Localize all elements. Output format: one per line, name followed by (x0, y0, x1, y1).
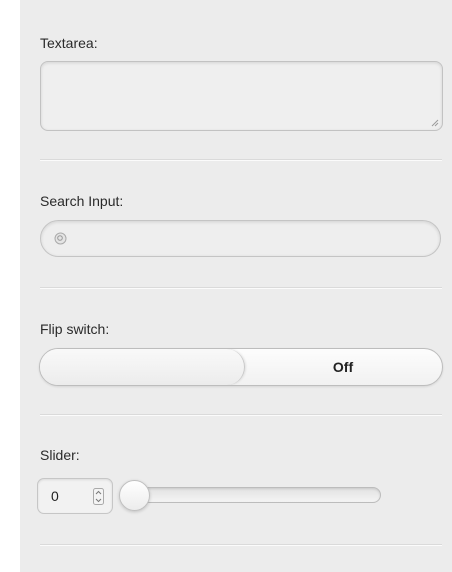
slider-thumb[interactable] (119, 480, 150, 511)
divider (40, 159, 442, 160)
spinner-arrows-icon[interactable] (93, 488, 104, 505)
divider (40, 544, 442, 545)
search-icon (54, 232, 67, 245)
slider-value: 0 (51, 488, 59, 504)
resize-handle-icon[interactable] (431, 119, 439, 127)
slider-value-input[interactable]: 0 (37, 478, 113, 514)
search-input-label: Search Input: (40, 193, 124, 209)
textarea-label: Textarea: (40, 35, 98, 51)
divider (40, 414, 442, 415)
flip-switch[interactable]: Off (39, 348, 443, 386)
textarea-field[interactable] (40, 61, 443, 131)
divider (40, 287, 442, 288)
search-input[interactable] (40, 220, 441, 257)
slider-track[interactable] (126, 487, 381, 503)
slider-label: Slider: (40, 447, 80, 463)
flip-switch-off-label: Off (332, 359, 354, 375)
flip-switch-label: Flip switch: (40, 321, 110, 337)
flip-switch-handle[interactable] (40, 349, 245, 385)
